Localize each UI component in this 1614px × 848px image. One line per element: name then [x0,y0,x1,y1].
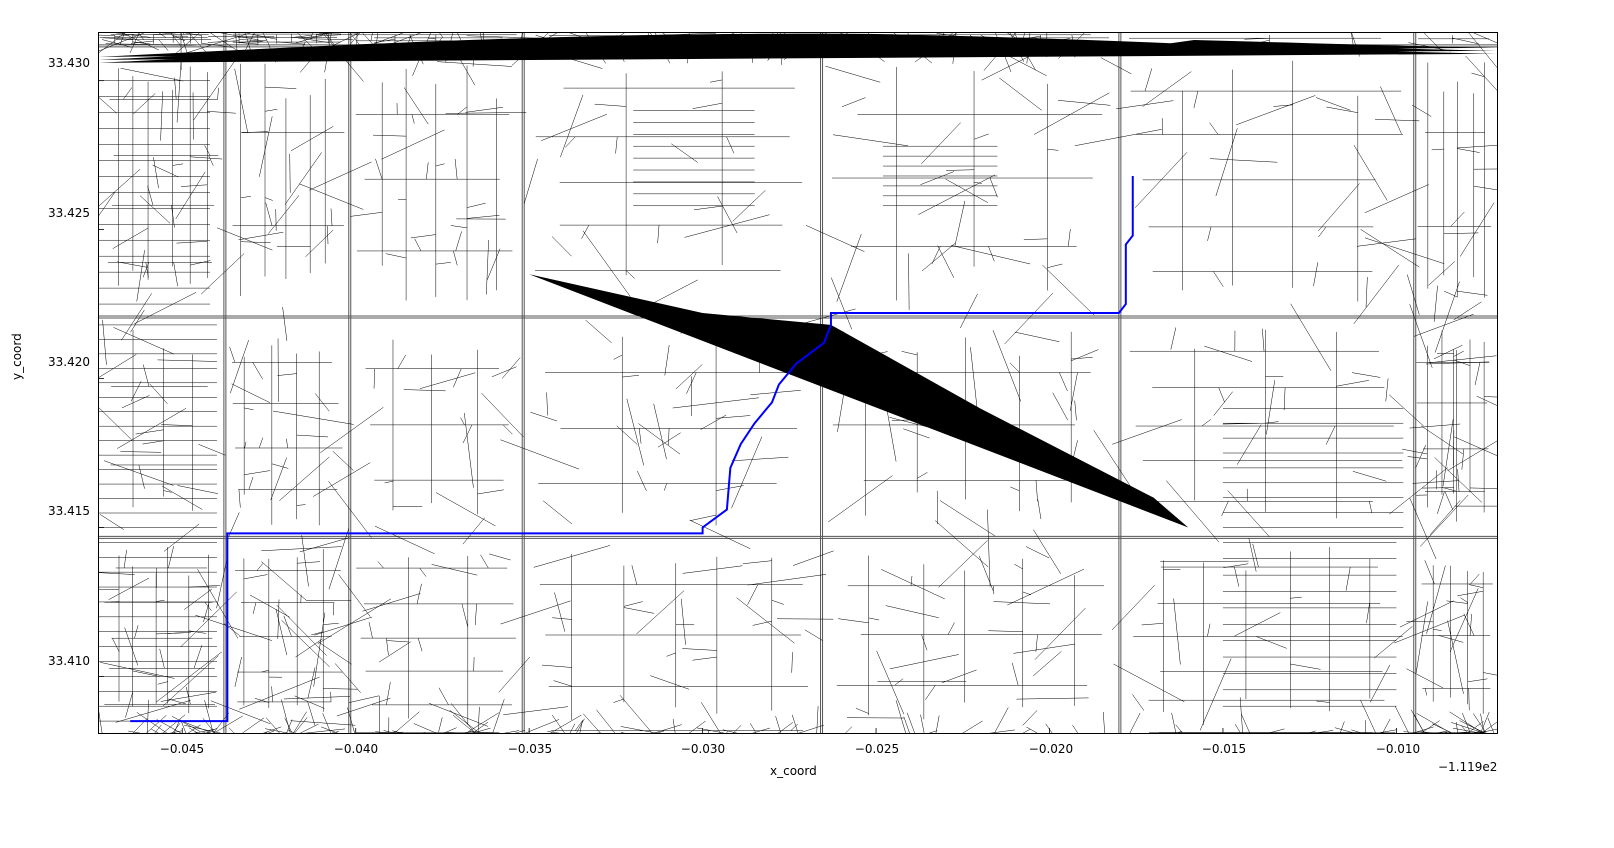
y-tick-label: 33.430 [30,56,90,70]
y-tick-label: 33.420 [30,355,90,369]
plot-area [98,32,1498,734]
x-axis-label: x_coord [770,764,817,778]
x-tick-label: −0.025 [847,742,907,756]
x-tick-label: −0.010 [1368,742,1428,756]
x-axis-offset: −1.119e2 [1438,760,1497,774]
x-tick-label: −0.040 [326,742,386,756]
figure: 33.410 33.415 33.420 33.425 33.430 y_coo… [0,0,1614,848]
street-network-map [99,33,1497,733]
y-tick-label: 33.415 [30,504,90,518]
x-tick-label: −0.020 [1021,742,1081,756]
x-tick-label: −0.035 [500,742,560,756]
y-axis-label: y_coord [10,333,24,380]
x-tick-label: −0.015 [1194,742,1254,756]
x-tick-label: −0.030 [673,742,733,756]
y-tick-label: 33.425 [30,206,90,220]
y-tick-label: 33.410 [30,654,90,668]
x-tick-label: −0.045 [152,742,212,756]
